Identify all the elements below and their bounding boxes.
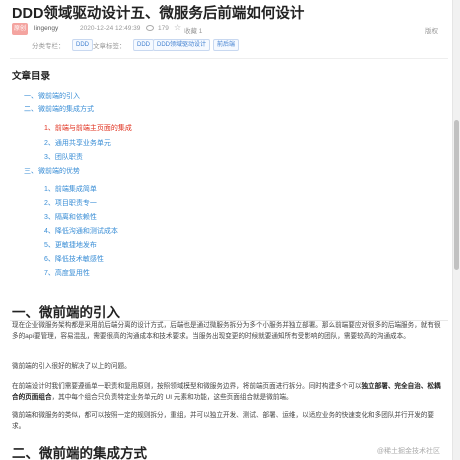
paragraph: 在前端设计时我们需要遵循单一职责和复用原则，按照领域模型和微服务边界，将前端页面…: [12, 381, 444, 403]
scrollbar-thumb[interactable]: [454, 120, 459, 270]
tag-label: 文章标签：: [93, 43, 126, 50]
publish-date: 2020-12-24 12:49:39: [80, 25, 141, 32]
header-divider: [10, 58, 448, 59]
paragraph: 微前端的引入很好的解决了以上的问题。: [12, 363, 131, 370]
toc-title: 文章目录: [12, 71, 51, 82]
toc-item[interactable]: 7、高度复用性: [44, 268, 90, 278]
article-meta: 原创 lingengy 2020-12-24 12:49:39 179 ☆ 收藏…: [12, 23, 442, 37]
vertical-scrollbar[interactable]: [452, 0, 460, 460]
toc-item-active[interactable]: 1、前端与前端主页面的集成: [44, 123, 132, 133]
section-heading: 二、微前端的集成方式: [12, 446, 147, 460]
article-page: DDD领域驱动设计五、微服务后前端如何设计 原创 lingengy 2020-1…: [0, 0, 452, 460]
paragraph-text: 在前端设计时我们需要遵循单一职责和复用原则，按照领域模型和微服务边界，将前端页面…: [12, 383, 362, 390]
paragraph: 微前端和微服务的类似，都可以按照一定的规则拆分，重组，并可以独立开发、测试、部署…: [12, 412, 434, 431]
favorite-count[interactable]: 收藏 1: [184, 25, 202, 35]
tag-item[interactable]: 前后端: [213, 39, 240, 51]
paragraph-text: ，其中每个组合只负责特定业务单元的 UI 元素和功能，这些页面组合就是微前端。: [51, 394, 293, 402]
paragraph: 现在企业微服务架构都是采用前后端分离的设计方式，后端也是通过微服务拆分为多个小服…: [12, 322, 441, 341]
toc-item[interactable]: 一、微前端的引入: [24, 91, 80, 101]
tag-item[interactable]: DDD领域驱动设计: [153, 39, 210, 51]
copyright-link[interactable]: 版权: [425, 25, 438, 35]
toc-item[interactable]: 6、降低技术敏感性: [44, 254, 104, 264]
category-label: 分类专栏：: [32, 43, 65, 50]
section-heading: 一、微前端的引入: [12, 305, 120, 320]
original-badge: 原创: [12, 23, 28, 35]
toc-item[interactable]: 1、前端集成简单: [44, 184, 97, 194]
author-link[interactable]: lingengy: [34, 25, 58, 32]
toc-item[interactable]: 2、项目职责专一: [44, 198, 97, 208]
toc-item[interactable]: 三、微前端的优势: [24, 166, 80, 176]
star-icon[interactable]: ☆: [174, 23, 181, 32]
toc-item[interactable]: 二、微前端的集成方式: [24, 104, 94, 114]
watermark: @稀土掘金技术社区: [376, 448, 440, 455]
eye-icon: [146, 25, 154, 31]
toc-item[interactable]: 5、更敏捷地发布: [44, 240, 97, 250]
toc-item[interactable]: 3、隔离和依赖性: [44, 212, 97, 222]
category-tag[interactable]: DDD: [72, 39, 93, 51]
article-title: DDD领域驱动设计五、微服务后前端如何设计: [12, 6, 305, 22]
view-count: 179: [158, 25, 169, 32]
tag-item[interactable]: DDD: [133, 39, 154, 51]
toc-item[interactable]: 4、降低沟通和测试成本: [44, 226, 118, 236]
toc-item[interactable]: 3、团队职责: [44, 152, 83, 162]
toc-item[interactable]: 2、通用共享业务单元: [44, 138, 111, 148]
